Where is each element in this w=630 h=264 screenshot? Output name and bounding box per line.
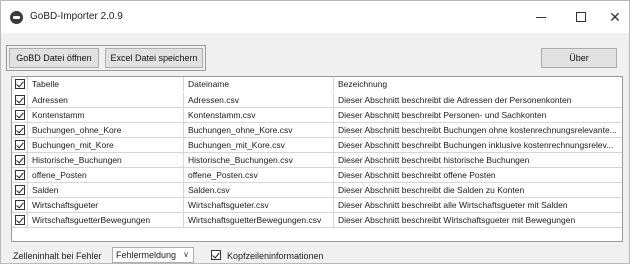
description-cell[interactable]: Dieser Abschnitt beschreibt die Adressen… — [334, 93, 622, 108]
header-info-checkbox[interactable] — [211, 250, 221, 260]
minimize-button[interactable] — [519, 1, 563, 33]
table-row[interactable]: Wirtschaftsgueter Wirtschaftsgueter.csv Di… — [12, 198, 622, 213]
description-cell[interactable]: Dieser Abschnitt beschreibt Buchungen oh… — [334, 123, 622, 138]
description-cell[interactable]: Dieser Abschnitt beschreibt die Salden z… — [334, 183, 622, 198]
table-header-row: Tabelle Dateiname Bezeichnung — [12, 77, 622, 92]
table-row[interactable]: Buchungen_mit_Kore Buchungen_mit_Kore.csv… — [12, 138, 622, 153]
row-checkbox[interactable] — [15, 155, 25, 165]
chevron-down-icon: ∨ — [183, 250, 189, 259]
open-gobd-button[interactable]: GoBD Datei öffnen — [9, 48, 99, 68]
filename-cell[interactable]: Adressen.csv — [184, 93, 334, 108]
row-checkbox-cell[interactable] — [12, 123, 28, 138]
table-row[interactable]: Salden Salden.csv Dieser Abschnitt beschre… — [12, 183, 622, 198]
table-name-cell[interactable]: Wirtschaftsgueter — [28, 198, 184, 213]
row-checkbox[interactable] — [15, 170, 25, 180]
tables-grid: Tabelle Dateiname Bezeichnung Adressen Ad… — [11, 76, 623, 242]
row-checkbox[interactable] — [15, 140, 25, 150]
row-checkbox-cell[interactable] — [12, 138, 28, 153]
table-name-cell[interactable]: Adressen — [28, 93, 184, 108]
column-header-description[interactable]: Bezeichnung — [334, 77, 622, 92]
filename-cell[interactable]: Buchungen_ohne_Kore.csv — [184, 123, 334, 138]
row-checkbox[interactable] — [15, 95, 25, 105]
description-cell[interactable]: Dieser Abschnitt beschreibt Personen- un… — [334, 108, 622, 123]
save-excel-button[interactable]: Excel Datei speichern — [105, 48, 203, 68]
error-content-select[interactable]: Fehlermeldung ∨ — [112, 247, 194, 263]
error-content-label: Zelleninhalt bei Fehler — [13, 251, 102, 261]
description-cell[interactable]: Dieser Abschnitt beschreibt offene Poste… — [334, 168, 622, 183]
about-button[interactable]: Über — [541, 48, 617, 68]
error-select-value: Fehlermeldung — [116, 250, 177, 260]
table-row[interactable]: Adressen Adressen.csv Dieser Abschnitt bes… — [12, 93, 622, 108]
title-bar[interactable]: GoBD-Importer 2.0.9 ✕ — [1, 1, 629, 33]
row-checkbox[interactable] — [15, 215, 25, 225]
column-header-filename[interactable]: Dateiname — [184, 77, 334, 92]
row-checkbox-cell[interactable] — [12, 198, 28, 213]
importer-window: GoBD-Importer 2.0.9 ✕ GoBD Datei öffnen … — [0, 0, 630, 264]
table-row[interactable]: WirtschaftsguetterBewegungen Wirtschaftsg… — [12, 213, 622, 228]
table-name-cell[interactable]: Historische_Buchungen — [28, 153, 184, 168]
table-name-cell[interactable]: Buchungen_ohne_Kore — [28, 123, 184, 138]
table-row[interactable]: Buchungen_ohne_Kore Buchungen_ohne_Kore.c… — [12, 123, 622, 138]
table-name-cell[interactable]: Buchungen_mit_Kore — [28, 138, 184, 153]
description-cell[interactable]: Dieser Abschnitt beschreibt Buchungen in… — [334, 138, 622, 153]
table-row[interactable]: Historische_Buchungen Historische_Buchung… — [12, 153, 622, 168]
header-info-label[interactable]: Kopfzeileninformationen — [227, 251, 324, 261]
app-logo-icon — [10, 11, 23, 24]
description-cell[interactable]: Dieser Abschnitt beschreibt Wirtschaftsg… — [334, 213, 622, 228]
row-checkbox-cell[interactable] — [12, 153, 28, 168]
row-checkbox-cell[interactable] — [12, 93, 28, 108]
description-cell[interactable]: Dieser Abschnitt beschreibt alle Wirtsch… — [334, 198, 622, 213]
description-cell[interactable]: Dieser Abschnitt beschreibt historische … — [334, 153, 622, 168]
close-icon: ✕ — [609, 9, 621, 25]
table-name-cell[interactable]: WirtschaftsguetterBewegungen — [28, 213, 184, 228]
row-checkbox-cell[interactable] — [12, 213, 28, 228]
table-row[interactable]: offene_Posten offene_Posten.csv Dieser Abs… — [12, 168, 622, 183]
filename-cell[interactable]: Kontenstamm.csv — [184, 108, 334, 123]
row-checkbox[interactable] — [15, 110, 25, 120]
table-row[interactable]: Kontenstamm Kontenstamm.csv Dieser Abschni… — [12, 108, 622, 123]
filename-cell[interactable]: Salden.csv — [184, 183, 334, 198]
table-name-cell[interactable]: Kontenstamm — [28, 108, 184, 123]
window-title: GoBD-Importer 2.0.9 — [30, 11, 123, 22]
row-checkbox-cell[interactable] — [12, 168, 28, 183]
select-all-checkbox[interactable] — [15, 79, 25, 89]
table-name-cell[interactable]: Salden — [28, 183, 184, 198]
row-checkbox-cell[interactable] — [12, 183, 28, 198]
filename-cell[interactable]: offene_Posten.csv — [184, 168, 334, 183]
column-header-table[interactable]: Tabelle — [28, 77, 184, 92]
maximize-icon — [576, 12, 586, 22]
filename-cell[interactable]: Buchungen_mit_Kore.csv — [184, 138, 334, 153]
filename-cell[interactable]: Wirtschaftsgueter.csv — [184, 198, 334, 213]
header-checkbox-cell[interactable] — [12, 77, 28, 92]
close-button[interactable]: ✕ — [593, 1, 630, 33]
row-checkbox[interactable] — [15, 125, 25, 135]
row-checkbox[interactable] — [15, 200, 25, 210]
row-checkbox-cell[interactable] — [12, 108, 28, 123]
minimize-icon — [536, 16, 546, 18]
filename-cell[interactable]: Historische_Buchungen.csv — [184, 153, 334, 168]
row-checkbox[interactable] — [15, 185, 25, 195]
filename-cell[interactable]: WirtschaftsguetterBewegungen.csv — [184, 213, 334, 228]
table-name-cell[interactable]: offene_Posten — [28, 168, 184, 183]
